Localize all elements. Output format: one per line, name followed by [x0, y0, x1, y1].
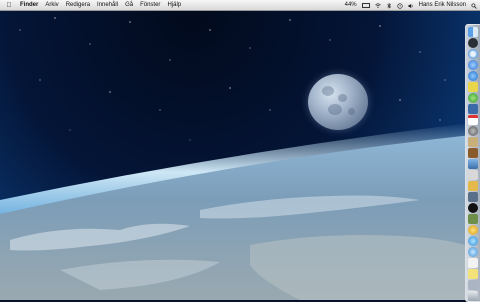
documents-folder-icon[interactable] — [468, 280, 478, 290]
earth-horizon — [0, 122, 480, 300]
utility-icon[interactable] — [468, 192, 478, 202]
dashboard-icon[interactable] — [468, 38, 478, 48]
menu-innehall[interactable]: Innehåll — [97, 2, 118, 8]
preview-icon[interactable] — [468, 137, 478, 147]
downloads-folder-icon[interactable] — [468, 247, 478, 257]
calendar-icon[interactable] — [468, 115, 478, 125]
mail-icon[interactable] — [468, 159, 478, 169]
spotlight-icon[interactable] — [471, 2, 477, 9]
time-machine-icon[interactable] — [397, 2, 403, 9]
address-book-icon[interactable] — [468, 148, 478, 158]
textedit-icon[interactable] — [468, 181, 478, 191]
menu-redigera[interactable]: Redigera — [66, 2, 90, 8]
wifi-icon[interactable] — [374, 2, 381, 8]
terminal-icon[interactable] — [468, 170, 478, 180]
system-preferences-icon[interactable] — [468, 126, 478, 136]
bluetooth-icon[interactable] — [386, 2, 392, 9]
user-name[interactable]: Hans Erik Nilsson — [419, 2, 466, 8]
menu-fonster[interactable]: Fönster — [140, 2, 160, 8]
stack-icon[interactable] — [468, 269, 478, 279]
desktop-wallpaper — [0, 0, 480, 300]
volume-icon[interactable] — [408, 3, 414, 8]
safari-icon[interactable] — [468, 49, 478, 59]
notes-icon[interactable] — [468, 225, 478, 235]
menu-ga[interactable]: Gå — [125, 2, 133, 8]
status-area: 44% Hans Erik Nilsson — [345, 0, 480, 10]
messages-icon[interactable] — [468, 82, 478, 92]
battery-percent[interactable]: 44% — [345, 2, 357, 8]
itunes-icon[interactable] — [468, 60, 478, 70]
document-icon[interactable] — [468, 258, 478, 268]
applications-folder-icon[interactable] — [468, 214, 478, 224]
apple-logo-icon[interactable]:  — [4, 2, 14, 9]
photo-icon[interactable] — [468, 104, 478, 114]
menu-finder[interactable]: Finder — [20, 2, 38, 8]
music-icon[interactable] — [468, 236, 478, 246]
menu-hjalp[interactable]: Hjälp — [167, 2, 181, 8]
app-store-icon[interactable] — [468, 71, 478, 81]
moon — [308, 74, 368, 130]
ichat-icon[interactable] — [468, 93, 478, 103]
menu-bar:  Finder Arkiv Redigera Innehåll Gå Föns… — [0, 0, 480, 11]
finder-icon[interactable] — [468, 27, 478, 37]
battery-icon[interactable] — [361, 2, 370, 8]
camera-icon[interactable] — [468, 203, 478, 213]
dock — [465, 24, 480, 302]
menu-arkiv[interactable]: Arkiv — [45, 2, 58, 8]
